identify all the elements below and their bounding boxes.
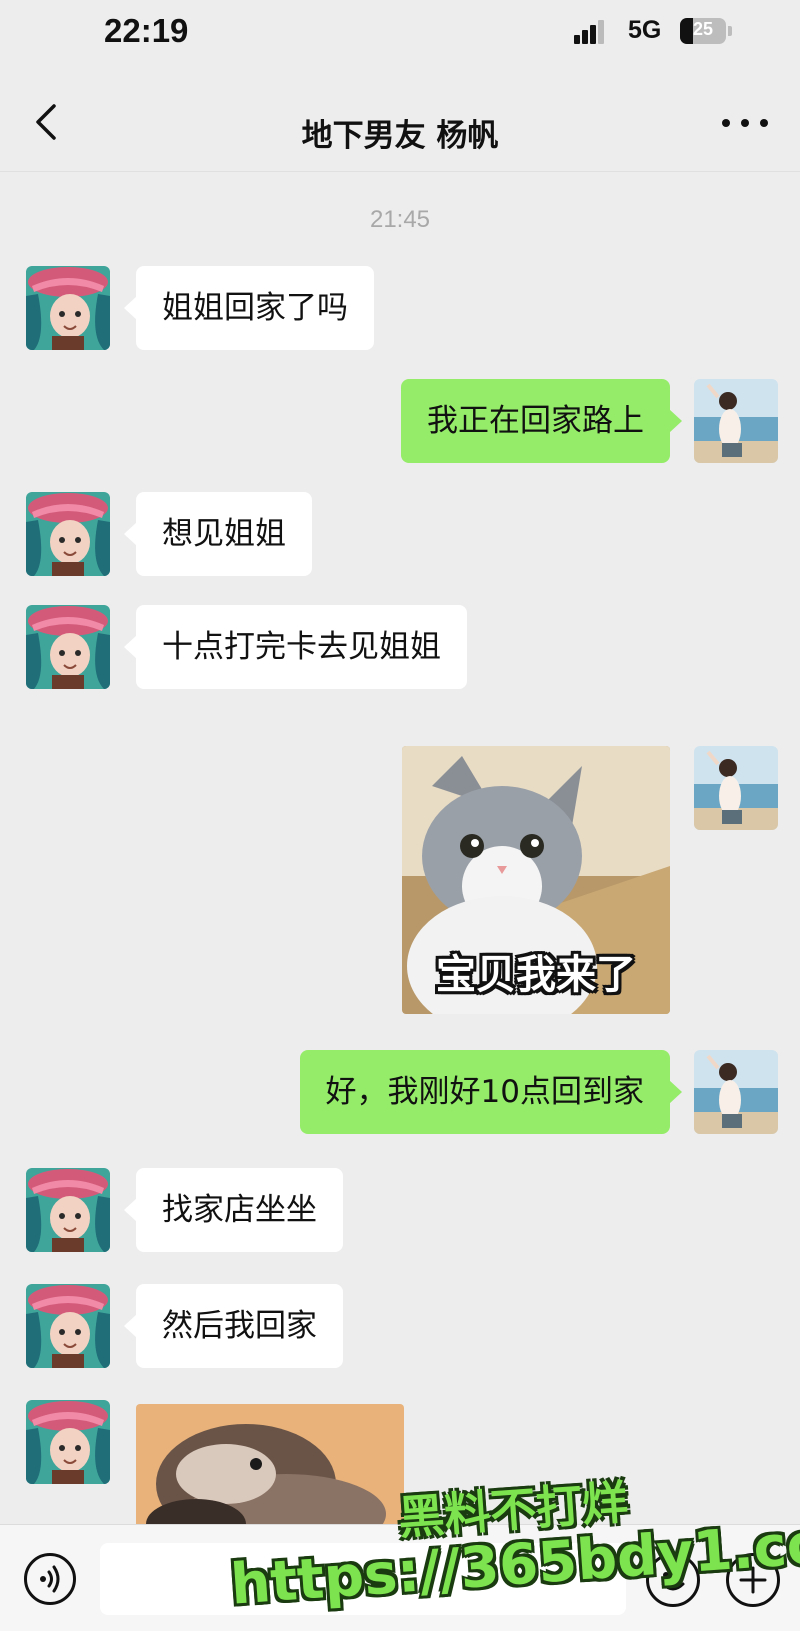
signal-icon xyxy=(574,20,606,44)
message-bubble[interactable]: 找家店坐坐 xyxy=(124,1168,343,1252)
chat-title: 地下男友 杨帆 xyxy=(301,118,499,154)
status-bar: 22:19 5G 25 xyxy=(0,0,800,66)
cat-sticker[interactable]: 宝贝我来了 xyxy=(402,746,670,1014)
chat-area[interactable]: 21:45 姐姐回家了吗 我正在回家路上 想见姐姐 十点打完卡去见姐姐 宝贝我来… xyxy=(0,172,800,1524)
message-bubble[interactable]: 想见姐姐 xyxy=(124,492,312,576)
message-bubble[interactable]: 好，我刚好10点回到家 xyxy=(299,1050,683,1134)
battery-cap xyxy=(728,26,732,36)
message-bubble[interactable]: 十点打完卡去见姐姐 xyxy=(124,605,467,689)
message-bubble[interactable]: 然后我回家 xyxy=(124,1284,343,1368)
battery-icon: 25 xyxy=(680,18,726,44)
self-avatar[interactable] xyxy=(694,1050,778,1134)
nav-bar: 地下男友 杨帆 xyxy=(0,66,800,172)
self-avatar[interactable] xyxy=(694,746,778,830)
plus-icon xyxy=(739,1566,767,1594)
message-input[interactable] xyxy=(100,1543,626,1615)
message-bubble[interactable]: 姐姐回家了吗 xyxy=(124,266,374,350)
contact-avatar[interactable] xyxy=(26,266,110,350)
voice-button[interactable] xyxy=(24,1553,76,1605)
contact-avatar[interactable] xyxy=(26,1168,110,1252)
plus-button[interactable] xyxy=(726,1553,780,1607)
voice-icon xyxy=(40,1565,60,1593)
contact-avatar[interactable] xyxy=(26,1400,110,1484)
network-label: 5G xyxy=(628,16,662,44)
status-time: 22:19 xyxy=(104,12,189,49)
battery-level: 25 xyxy=(692,19,714,39)
more-button[interactable] xyxy=(722,116,768,130)
emoji-button[interactable] xyxy=(646,1553,700,1607)
contact-avatar[interactable] xyxy=(26,1284,110,1368)
input-bar xyxy=(0,1524,800,1631)
sticker-caption: 宝贝我来了 xyxy=(436,952,636,998)
more-dots-icon xyxy=(722,119,730,127)
smile-icon xyxy=(661,1572,685,1591)
chat-timestamp: 21:45 xyxy=(369,206,431,233)
self-avatar[interactable] xyxy=(694,379,778,463)
contact-avatar[interactable] xyxy=(26,605,110,689)
animal-sticker[interactable] xyxy=(136,1404,404,1524)
contact-avatar[interactable] xyxy=(26,492,110,576)
message-bubble[interactable]: 我正在回家路上 xyxy=(401,379,682,463)
